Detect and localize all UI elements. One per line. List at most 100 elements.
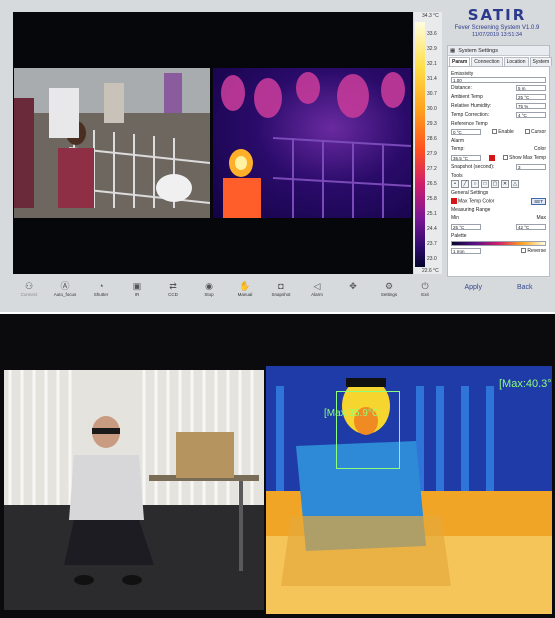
stop-icon: ◉ — [205, 281, 213, 291]
image-root: 34.3 °C 33.6 32.9 32.1 31.4 30.7 30.0 29… — [0, 0, 555, 618]
back-button[interactable]: Back — [517, 284, 533, 291]
alarm-label: Alarm — [311, 292, 323, 297]
alarm-header-row: Temp: Color — [451, 145, 546, 153]
manual-label: Manual — [237, 292, 253, 297]
measuring-label: Measuring Range — [451, 207, 491, 213]
reverse-label: Reverse — [527, 248, 546, 254]
param-panel: Emissivity 1.00 Distance: 5 m Ambient Te… — [448, 66, 549, 257]
emissivity-field[interactable]: 1.00 — [451, 77, 546, 83]
measuring-min-label: Min — [451, 215, 460, 221]
tools-row: • ╱ ○ □ ▢ ✕ △ — [451, 180, 546, 188]
reference-row: 0 °C Enable Cursor — [451, 128, 546, 136]
visible-scene — [4, 370, 264, 610]
manual-button[interactable]: ✋ Manual — [229, 280, 261, 297]
general-row: Max Temp Color SET — [451, 197, 546, 205]
distance-field[interactable]: 5 m — [516, 85, 546, 91]
scale-min-label: 22.6 °C — [422, 268, 439, 274]
square-tool-icon[interactable]: ▢ — [491, 180, 499, 188]
set-button[interactable]: SET — [531, 197, 546, 205]
autofocus-label: Auto_focus — [53, 292, 77, 297]
scale-max-label: 34.3 °C — [422, 13, 439, 19]
ir-button[interactable]: ▣ IR — [121, 280, 153, 297]
power-icon: ⏻ — [421, 281, 429, 291]
exit-button[interactable]: ⏻ Exit — [409, 280, 441, 297]
palette-label: Palette — [451, 233, 467, 239]
direction-pad-icon: ✥ — [349, 281, 357, 291]
show-max-toggle[interactable]: Show Max Temp — [503, 155, 546, 161]
measuring-max-field[interactable]: 42 °C — [516, 224, 546, 230]
scale-tick: 28.6 — [427, 136, 437, 142]
cursor-checkbox[interactable] — [524, 129, 530, 135]
temperature-scale: 34.3 °C 33.6 32.9 32.1 31.4 30.7 30.0 29… — [414, 12, 442, 274]
shutter-button[interactable]: ◔ Shutter — [85, 280, 117, 297]
snapshot-field[interactable]: 3 — [516, 164, 546, 170]
stop-button[interactable]: ◉ Stop — [193, 280, 225, 297]
settings-button[interactable]: ⚙ Settings — [373, 280, 405, 297]
ccd-button[interactable]: ⇄ CCD — [157, 280, 189, 297]
scale-tick: 30.7 — [427, 91, 437, 97]
point-tool-icon[interactable]: • — [451, 180, 459, 188]
scale-tick: 31.4 — [427, 76, 437, 82]
tab-param[interactable]: Param — [449, 57, 471, 66]
settings-tabs: Param Connection Location System — [448, 56, 553, 66]
enable-label: Enable — [498, 129, 514, 135]
pan-tilt-control[interactable]: ✥ — [337, 280, 369, 292]
scale-color-bar — [415, 22, 425, 267]
hand-icon: ✋ — [239, 281, 251, 291]
palette-preview — [451, 241, 546, 246]
line-tool-icon[interactable]: ╱ — [461, 180, 469, 188]
settings-actions: Apply Back — [447, 284, 550, 291]
scale-tick: 32.1 — [427, 61, 437, 67]
max-temp-color-swatch[interactable] — [451, 197, 457, 204]
reference-field[interactable]: 0 °C — [451, 129, 481, 135]
humidity-field[interactable]: 75 % — [516, 103, 546, 109]
delete-tool-icon[interactable]: ✕ — [501, 180, 509, 188]
ambient-field[interactable]: 25 °C — [516, 94, 546, 100]
scale-tick: 33.6 — [427, 31, 437, 37]
palette-row: 1 Iron Reverse — [451, 247, 546, 255]
rectangle-tool-icon[interactable]: □ — [481, 180, 489, 188]
reverse-checkbox[interactable] — [521, 248, 527, 254]
scale-tick: 32.9 — [427, 46, 437, 52]
settings-title-bar: ▦ System Settings — [448, 46, 549, 56]
alarm-temp-field[interactable]: 35.5 °C — [451, 155, 481, 161]
show-max-label: Show Max Temp — [509, 155, 546, 161]
alarm-temp-label: Temp: — [451, 146, 465, 152]
snapshot-button[interactable]: ◘ Snapshot — [265, 280, 297, 297]
show-max-checkbox[interactable] — [503, 155, 509, 161]
distance-label: Distance: — [451, 85, 472, 91]
ambient-label: Ambient Temp — [451, 94, 483, 100]
video-viewer — [13, 12, 413, 274]
ambient-row: Ambient Temp 25 °C — [451, 93, 546, 101]
enable-checkbox[interactable] — [492, 129, 498, 135]
settings-title: System Settings — [458, 47, 498, 54]
correction-field[interactable]: 4 °C — [516, 112, 546, 118]
triangle-tool-icon[interactable]: △ — [511, 180, 519, 188]
humidity-row: Relative Humidity: 75 % — [451, 102, 546, 110]
measuring-row: 25 °C 42 °C — [451, 223, 546, 231]
camera-icon: ◘ — [278, 281, 284, 291]
shutter-icon: ◔ — [98, 281, 104, 291]
ccd-label: CCD — [168, 292, 178, 297]
tab-location[interactable]: Location — [503, 57, 529, 66]
autofocus-icon: Ⓐ — [60, 281, 70, 291]
scale-tick: 27.2 — [427, 166, 437, 172]
autofocus-button[interactable]: Ⓐ Auto_focus — [49, 280, 81, 297]
reverse-toggle[interactable]: Reverse — [521, 248, 546, 254]
circle-tool-icon[interactable]: ○ — [471, 180, 479, 188]
brand-logo: SATIR — [467, 6, 527, 24]
palette-select[interactable]: 1 Iron — [451, 248, 481, 254]
tab-connection[interactable]: Connection — [471, 57, 503, 66]
snapshot-row: Snapshot (second): 3 — [451, 163, 546, 171]
alarm-color-swatch[interactable] — [488, 155, 495, 161]
app-version: Fever Screening System V1.0.9 — [454, 25, 540, 31]
connect-button[interactable]: ⚇ Connect — [13, 280, 45, 297]
apply-button[interactable]: Apply — [464, 284, 482, 291]
reference-cursor[interactable]: Cursor — [524, 129, 546, 135]
max-temp-color-label: Max Temp Color — [458, 198, 495, 205]
reference-enable[interactable]: Enable — [492, 129, 514, 135]
measuring-min-field[interactable]: 25 °C — [451, 224, 481, 230]
thermal-scene: [Max:35.9°C [Max:40.3°C n4 — [266, 366, 552, 614]
alarm-button[interactable]: ◁ Alarm — [301, 280, 333, 297]
tab-system[interactable]: System — [529, 57, 553, 66]
